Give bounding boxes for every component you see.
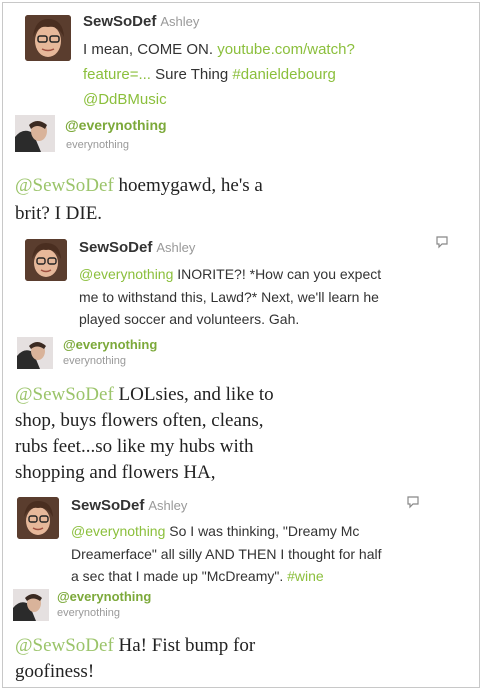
tweet-link[interactable]: youtube.com/watch? [217,41,355,58]
avatar[interactable] [13,589,49,621]
everynothing-avatar-icon [13,589,49,621]
tweet-text: INORITE?! *How can you expect [177,266,382,282]
mention-link[interactable]: @SewSoDef [15,175,114,196]
reply-text: LOLsies, and like to [118,384,274,405]
reply-text: hoemygawd, he's a [118,175,263,196]
tweet-text: played soccer and volunteers. Gah. [79,311,300,327]
reply-text: brit? I DIE. [15,203,103,224]
hashtag-link[interactable]: #wine [287,568,324,584]
everynothing-handle[interactable]: @everynothing [63,337,157,352]
tweet-text-line: I mean, COME ON. youtube.com/watch? [83,40,355,60]
everynothing-sub: everynothing [57,607,120,619]
hashtag-link[interactable]: #danieldebourg [232,66,335,83]
everynothing-avatar-icon [17,337,53,369]
tweet-text-line: @everynothing INORITE?! *How can you exp… [79,264,381,284]
username-label[interactable]: SewSoDef [83,13,156,30]
reply-text-line: @SewSoDef hoemygawd, he's a [15,173,263,199]
tweet-username[interactable]: SewSoDef Ashley [79,239,195,256]
reply-text: rubs feet...so like my hubs with [15,436,254,457]
realname-label: Ashley [156,240,196,255]
realname-label: Ashley [160,14,200,29]
tweet-thread-frame: SewSoDef Ashley I mean, COME ON. youtube.… [2,2,480,688]
everynothing-sub: everynothing [66,139,129,151]
everynothing-sub: everynothing [63,355,126,367]
avatar[interactable] [25,15,71,61]
reply-icon[interactable] [435,235,449,249]
tweet-text: a sec that I made up "McDreamy". [71,568,284,584]
avatar[interactable] [15,115,55,152]
mention-link[interactable]: @everynothing [79,266,173,282]
ashley-avatar-icon [25,239,67,281]
ashley-avatar-icon [25,15,71,61]
reply-text: Ha! Fist bump for [118,635,256,656]
username-label[interactable]: SewSoDef [79,239,152,256]
tweet-text: So I was thinking, "Dreamy Mc [169,523,360,539]
realname-label: Ashley [148,498,188,513]
tweet-text-line: @everynothing So I was thinking, "Dreamy… [71,521,359,541]
avatar[interactable] [17,337,53,369]
everynothing-handle[interactable]: @everynothing [57,589,151,604]
tweet-text-line: feature=... Sure Thing #danieldebourg [83,65,336,85]
everynothing-handle[interactable]: @everynothing [65,117,167,133]
tweet-text: Dreamerface" all silly AND THEN I though… [71,546,382,562]
tweet-text-line: @DdBMusic [83,90,167,110]
tweet-text: me to withstand this, Lawd?* Next, we'll… [79,289,379,305]
reply-text-line: @SewSoDef LOLsies, and like to [15,382,274,408]
tweet-text: Sure Thing [155,66,229,83]
reply-icon[interactable] [406,495,420,509]
mention-link[interactable]: @SewSoDef [15,635,114,656]
reply-text: shop, buys flowers often, cleans, [15,410,264,431]
ashley-avatar-icon [17,497,59,539]
tweet-text-line: a sec that I made up "McDreamy". #wine [71,566,324,586]
tweet-link[interactable]: feature=... [83,66,151,83]
username-label[interactable]: SewSoDef [71,497,144,514]
reply-text: goofiness! [15,661,95,682]
tweet-text: I mean, COME ON. [83,41,214,58]
tweet-username[interactable]: SewSoDef Ashley [71,497,187,514]
mention-link[interactable]: @everynothing [71,523,165,539]
mention-link[interactable]: @DdBMusic [83,91,167,108]
tweet-username[interactable]: SewSoDef Ashley [83,13,199,30]
reply-text-line: @SewSoDef Ha! Fist bump for [15,633,255,659]
avatar[interactable] [25,239,67,281]
avatar[interactable] [17,497,59,539]
mention-link[interactable]: @SewSoDef [15,384,114,405]
reply-text: shopping and flowers HA, [15,462,216,483]
everynothing-avatar-icon [15,115,55,152]
